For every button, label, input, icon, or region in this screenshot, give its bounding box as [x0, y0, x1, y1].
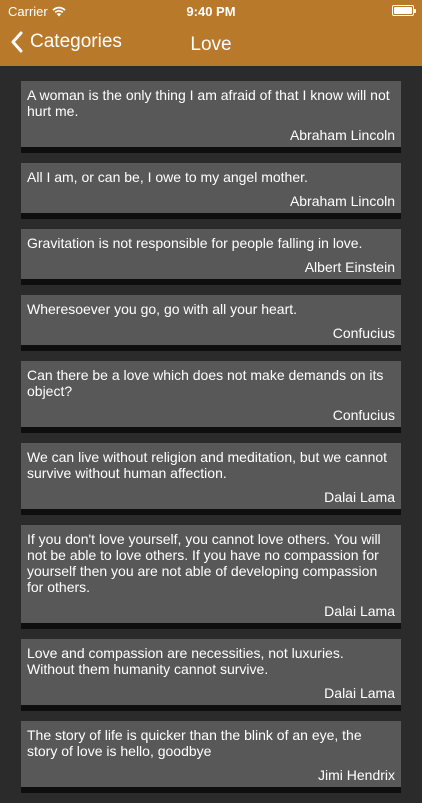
quote-author: Dalai Lama	[324, 685, 395, 701]
quote-card[interactable]: The story of life is quicker than the bl…	[21, 721, 401, 793]
battery-icon	[392, 5, 416, 16]
quote-text: Gravitation is not responsible for peopl…	[27, 235, 363, 251]
quote-card[interactable]: Gravitation is not responsible for peopl…	[21, 229, 401, 285]
quote-card[interactable]: We can live without religion and meditat…	[21, 443, 401, 515]
quote-author: Confucius	[332, 325, 395, 341]
quote-author: Jimi Hendrix	[317, 767, 395, 783]
quote-text: If you don't love yourself, you cannot l…	[27, 531, 381, 595]
quote-card[interactable]: If you don't love yourself, you cannot l…	[21, 525, 401, 629]
quote-text: We can live without religion and meditat…	[27, 449, 388, 481]
status-time: 9:40 PM	[186, 4, 236, 19]
quote-card[interactable]: Wheresoever you go, go with all your hea…	[21, 295, 401, 351]
quote-text: The story of life is quicker than the bl…	[27, 727, 362, 759]
navigation-bar: Categories Love	[0, 22, 422, 66]
page-title: Love	[190, 34, 232, 55]
quote-author: Dalai Lama	[324, 603, 395, 619]
quote-card[interactable]: All I am, or can be, I owe to my angel m…	[21, 163, 401, 219]
quote-text: A woman is the only thing I am afraid of…	[27, 87, 390, 119]
top-bar: Carrier 9:40 PM Categories Love	[0, 0, 422, 66]
quote-author: Confucius	[332, 407, 395, 423]
quote-card[interactable]: Love and compassion are necessities, not…	[21, 639, 401, 711]
quote-author: Abraham Lincoln	[289, 193, 395, 209]
quote-text: Wheresoever you go, go with all your hea…	[27, 301, 298, 317]
quote-text: All I am, or can be, I owe to my angel m…	[27, 169, 308, 185]
quote-card[interactable]: A woman is the only thing I am afraid of…	[21, 81, 401, 153]
quote-author: Dalai Lama	[324, 489, 395, 505]
quote-card[interactable]: Can there be a love which does not make …	[21, 361, 401, 433]
status-bar: Carrier 9:40 PM	[0, 0, 422, 22]
quote-text: Love and compassion are necessities, not…	[27, 645, 344, 677]
quote-author: Abraham Lincoln	[289, 127, 395, 143]
quote-text: Can there be a love which does not make …	[27, 367, 384, 399]
quote-author: Albert Einstein	[304, 259, 395, 275]
quote-list: A woman is the only thing I am afraid of…	[21, 81, 401, 803]
